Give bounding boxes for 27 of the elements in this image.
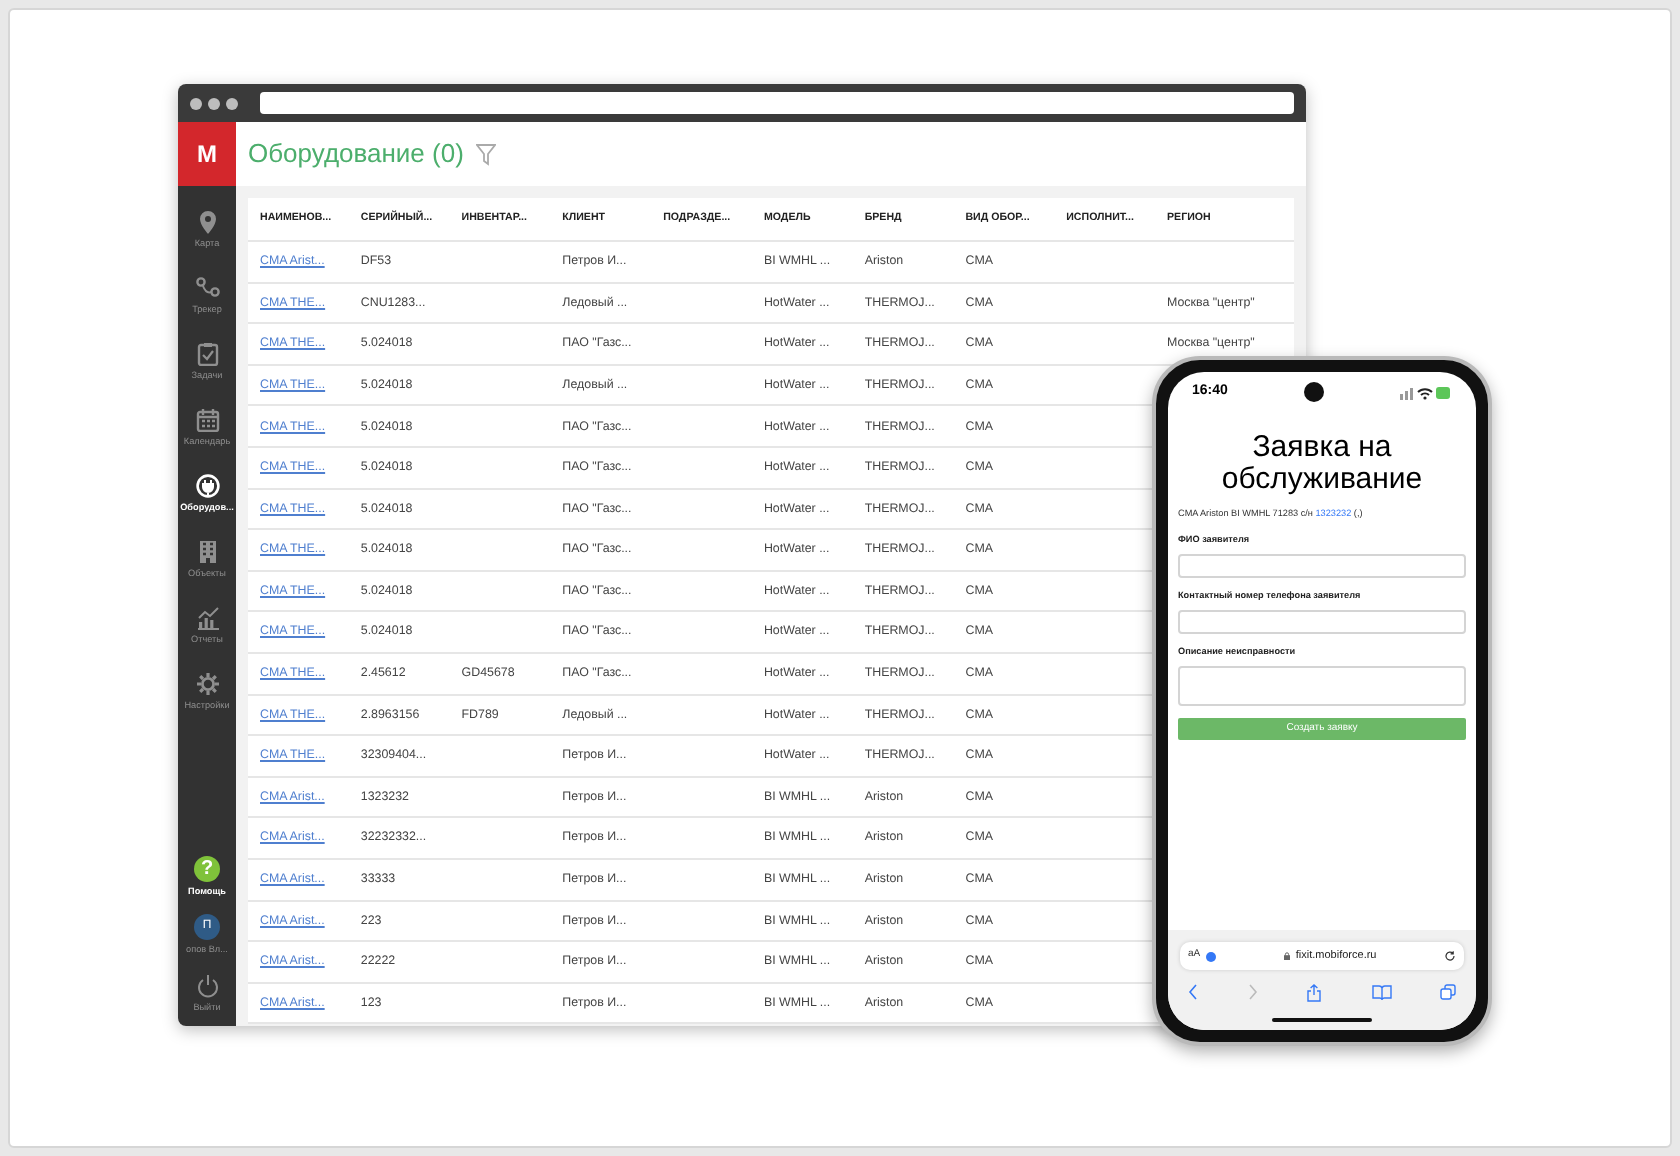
form-title: Заявка на обслуживание [1219,432,1425,496]
home-indicator [1272,1018,1372,1022]
input-field[interactable] [1178,553,1466,578]
share-icon[interactable] [1306,983,1322,1001]
input-field[interactable] [1178,609,1466,634]
reload-icon[interactable] [1444,950,1457,962]
plug-icon [195,473,219,497]
back-icon[interactable] [1188,984,1198,1000]
map-pin-icon [195,209,219,233]
clipboard-icon [195,341,219,365]
calendar-icon [195,407,219,431]
logo[interactable]: M [178,122,236,186]
help-icon: ? [194,856,220,882]
status-icons [1400,385,1452,399]
book-icon[interactable] [1371,984,1391,1000]
filter-icon[interactable] [475,143,496,165]
extension-icon[interactable] [1206,951,1217,961]
chart-icon [195,605,219,629]
settings-icon [195,671,219,695]
page-title: Оборудование (0) [248,136,464,173]
forward-icon[interactable] [1247,984,1257,1000]
camera-icon [1303,382,1324,402]
building-icon [195,539,219,563]
route-icon [195,275,219,299]
lock-icon [1283,952,1290,960]
power-icon [195,973,219,997]
tabs-icon[interactable] [1440,984,1456,1000]
